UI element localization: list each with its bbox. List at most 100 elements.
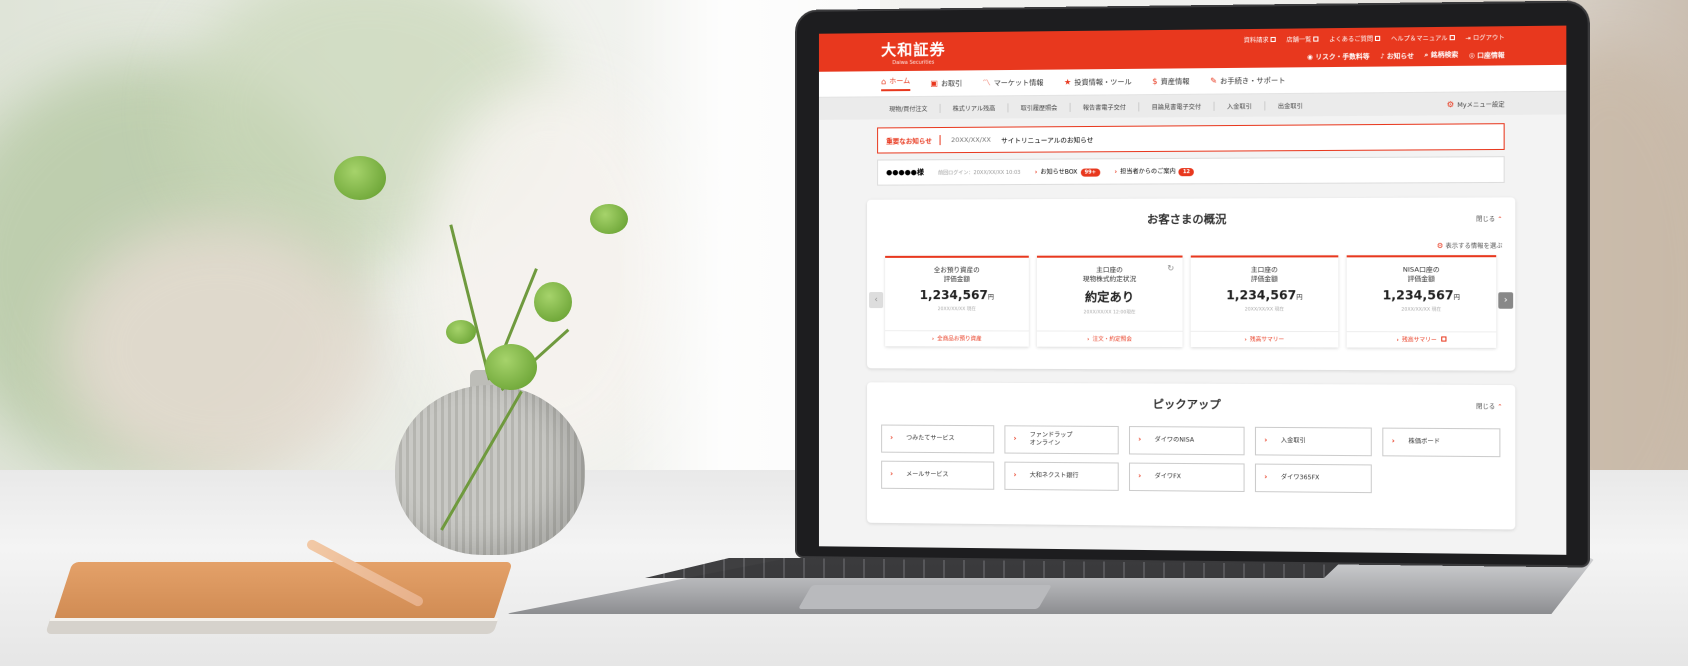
chart-icon: 〽 (982, 78, 991, 88)
account-info-link[interactable]: ◎ 口座情報 (1469, 48, 1505, 59)
pickup-daiwa-365fx[interactable]: › ダイワ365FX (1254, 463, 1372, 494)
nav-support[interactable]: ✎ お手続き・サポート (1210, 75, 1285, 86)
pickup-fundwrap-online[interactable]: › ファンドラップ オンライン (1004, 425, 1119, 455)
chevron-up-icon: ⌃ (1497, 215, 1503, 224)
chevron-right-icon: › (1244, 337, 1247, 344)
nav-assets[interactable]: $ 資産情報 (1152, 76, 1189, 86)
refresh-icon[interactable]: ↻ (1167, 264, 1174, 273)
value-unit: 円 (1296, 294, 1303, 302)
notice-label: 重要なお知らせ (886, 135, 941, 146)
mymenu-settings-link[interactable]: ⚙ Myメニュー設定 (1446, 99, 1505, 109)
pickup-deposit[interactable]: › 入金取引 (1254, 426, 1372, 457)
nav-market-info[interactable]: 〽マーケット情報 (983, 77, 1044, 89)
external-link-icon (1449, 35, 1455, 41)
faq-link[interactable]: よくあるご質問 (1329, 34, 1381, 44)
site-header: 大和証券 Daiwa Securities 資料請求 店舗一覧 よくあるご質問 … (818, 25, 1567, 72)
value-unit: 円 (987, 294, 995, 302)
select-display-info-button[interactable]: ⚙ 表示する情報を選ぶ (1437, 241, 1503, 250)
pickup-label: 入金取引 (1280, 437, 1306, 445)
notices-link[interactable]: ♪ お知らせ (1380, 49, 1414, 60)
logo-text: 大和証券 (881, 40, 946, 60)
pickup-daiwa-next-bank[interactable]: › 大和ネクスト銀行 (1004, 461, 1119, 491)
value-text: 1,234,567 (1382, 288, 1454, 303)
subnav-item[interactable]: 入金取引 (1214, 100, 1266, 111)
external-link-icon (1440, 336, 1446, 342)
card-value: 約定あり (1037, 288, 1183, 305)
chevron-right-icon: › (1114, 168, 1118, 176)
link-label: 銘柄検索 (1430, 50, 1459, 59)
pickup-tsumitate-service[interactable]: › つみたてサービス (881, 424, 995, 454)
pickup-label: ダイワのNISA (1154, 436, 1195, 444)
gear-icon: ⚙ (1436, 241, 1444, 251)
card-link[interactable]: › 残高サマリー (1346, 331, 1497, 348)
request-docs-link[interactable]: 資料請求 (1244, 35, 1276, 44)
link-label: ログアウト (1472, 34, 1505, 43)
user-bar: ●●●●●様 前回ログイン：20XX/XX/XX 10:03 › お知らせBOX 9… (877, 156, 1505, 186)
value-text: 約定あり (1084, 290, 1135, 305)
nav-trading[interactable]: ▣ お取引 (930, 78, 962, 88)
nav-investment-tools[interactable]: ★ 投資情報・ツール (1064, 76, 1132, 87)
pickup-close-toggle[interactable]: 閉じる ⌃ (1476, 401, 1502, 410)
chevron-right-icon: › (1013, 434, 1017, 443)
card-link[interactable]: › 注文・約定照会 (1036, 330, 1183, 348)
brand-logo[interactable]: 大和証券 Daiwa Securities (881, 38, 946, 66)
pickup-label: ダイワ365FX (1280, 474, 1320, 482)
card-date: 20XX/XX/XX 現在 (1244, 307, 1284, 313)
carousel-next-button[interactable]: › (1498, 292, 1514, 309)
trade-icon: ▣ (930, 78, 938, 88)
inbox-link[interactable]: › お知らせBOX 99+ (1035, 166, 1101, 177)
link-label: 残高サマリー (1401, 337, 1437, 344)
card-value: 1,234,567円 (1191, 288, 1339, 302)
advisor-guide-link[interactable]: › 担当者からのご案内 12 (1114, 166, 1195, 177)
laptop: 大和証券 Daiwa Securities 資料請求 店舗一覧 よくあるご質問 … (505, 0, 1595, 614)
value-text: 1,234,567 (919, 288, 988, 303)
pickup-panel: ピックアップ 閉じる ⌃ › つみたてサービス › ファンドラップ オンライン › ダ… (867, 382, 1516, 530)
account-summary-panel: お客さまの概況 閉じる ⌃ ⚙ 表示する情報を選ぶ ‹ 全お預り資産の 評価金額… (867, 197, 1516, 371)
risk-fees-link[interactable]: ◉ リスク・手数料等 (1307, 50, 1370, 61)
subnav-item[interactable]: 報告書電子交付 (1070, 101, 1140, 112)
pickup-daiwa-nisa[interactable]: › ダイワのNISA (1129, 426, 1245, 456)
link-label: お知らせ (1386, 51, 1414, 60)
pickup-label: メールサービス (906, 470, 949, 479)
subnav-item[interactable]: 現物/買付注文 (877, 103, 941, 113)
subnav-item[interactable]: 株式リアル残高 (940, 102, 1009, 113)
chevron-right-icon: › (890, 434, 894, 443)
link-label: 全商品お預り資産 (937, 336, 982, 343)
pickup-stock-board[interactable]: › 株価ボード (1382, 427, 1501, 458)
summary-card: 主口座の 評価金額 1,234,567円 20XX/XX/XX 現在 › 残高サマ… (1190, 255, 1339, 348)
pickup-daiwa-fx[interactable]: › ダイワFX (1129, 462, 1245, 493)
guide-label: 担当者からのご案内 (1120, 168, 1176, 176)
link-label: 店舗一覧 (1286, 36, 1312, 44)
gear-icon: ⚙ (1446, 99, 1455, 109)
notebook-cover (53, 562, 513, 622)
close-label: 閉じる (1476, 403, 1496, 411)
plant-leaf (485, 344, 537, 390)
summary-title: お客さまの概況 (1146, 212, 1227, 227)
chevron-up-icon: ⌃ (1497, 403, 1503, 411)
important-notice[interactable]: 重要なお知らせ 20XX/XX/XX サイトリニューアルのお知らせ (877, 123, 1505, 154)
inbox-count-badge: 99+ (1080, 168, 1101, 177)
subnav-item[interactable]: 目論見書電子交付 (1139, 101, 1215, 111)
pickup-mail-service[interactable]: › メールサービス (881, 460, 995, 490)
nav-label: お手続き・サポート (1220, 76, 1286, 85)
plant-leaf (590, 204, 628, 234)
summary-close-toggle[interactable]: 閉じる ⌃ (1476, 214, 1502, 223)
nav-label: 投資情報・ツール (1074, 77, 1132, 87)
plant-leaf (334, 156, 386, 200)
card-link[interactable]: › 残高サマリー (1190, 330, 1339, 348)
card-date: 20XX/XX/XX 現在 (937, 307, 976, 313)
branch-list-link[interactable]: 店舗一覧 (1286, 34, 1319, 44)
card-link[interactable]: › 全商品お預り資産 (885, 330, 1029, 347)
stock-search-link[interactable]: ⌕ 銘柄検索 (1425, 48, 1459, 60)
help-manual-link[interactable]: ヘルプ＆マニュアル (1391, 33, 1455, 43)
select-label: 表示する情報を選ぶ (1445, 242, 1503, 251)
subnav-item[interactable]: 出金取引 (1265, 100, 1315, 110)
logout-link[interactable]: ⇥ ログアウト (1466, 32, 1505, 42)
plant-leaf (446, 320, 476, 344)
close-label: 閉じる (1476, 215, 1496, 224)
summary-cards: 全お預り資産の 評価金額 1,234,567円 20XX/XX/XX 現在 › 全… (885, 255, 1497, 348)
carousel-prev-button[interactable]: ‹ (869, 292, 884, 309)
subnav-item[interactable]: 取引履歴照会 (1008, 102, 1071, 112)
notebook-pages (45, 618, 499, 634)
nav-home[interactable]: ⌂ ホーム (881, 75, 911, 92)
